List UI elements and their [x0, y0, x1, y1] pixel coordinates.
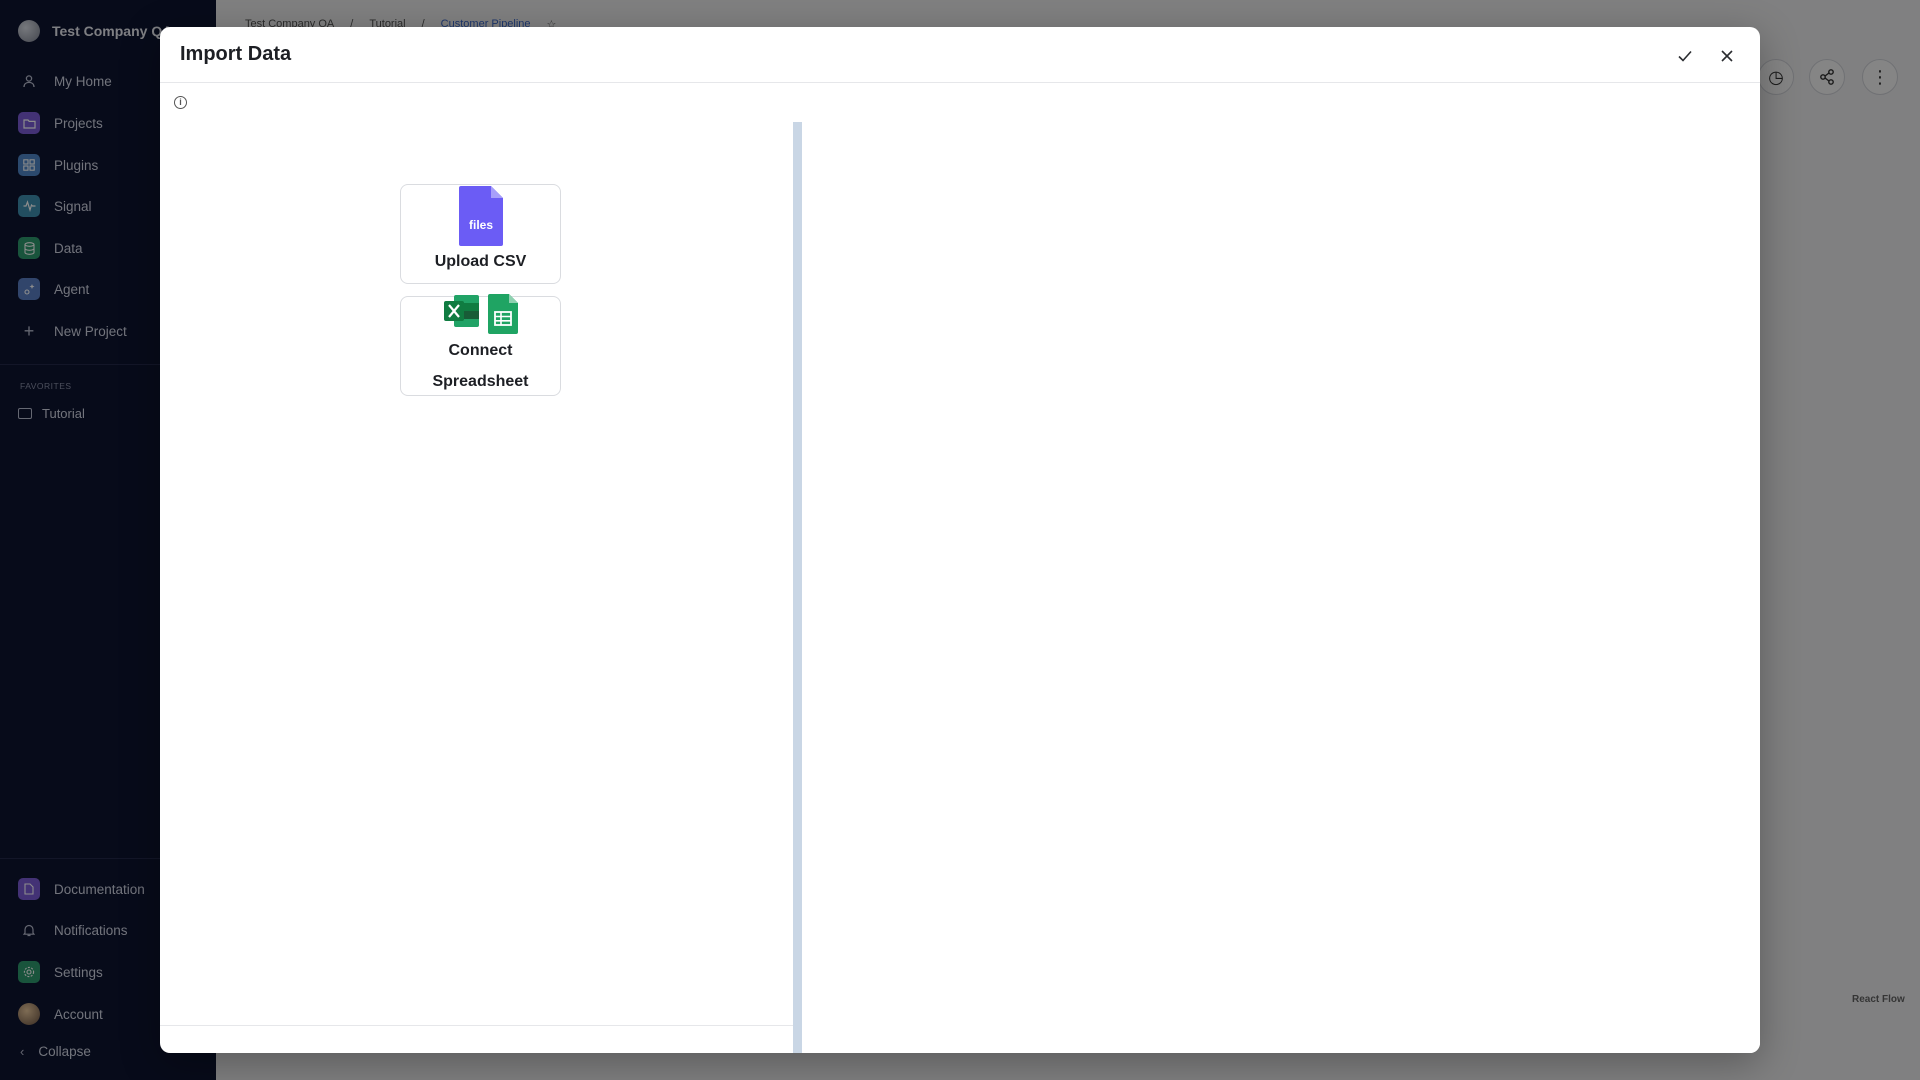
- chevron-left-icon: ‹: [20, 1044, 25, 1059]
- bell-icon: [18, 919, 40, 941]
- favorites-heading: FAVORITES: [20, 381, 72, 391]
- nav-label: Signal: [54, 198, 92, 214]
- preview-pane: [802, 122, 1760, 1053]
- close-icon: [1721, 50, 1733, 62]
- nav-signal[interactable]: Signal: [18, 195, 92, 217]
- folder-icon: [18, 408, 32, 419]
- info-icon[interactable]: i: [174, 96, 187, 109]
- nav-label: New Project: [54, 323, 127, 339]
- nav-account[interactable]: Account: [18, 1003, 103, 1025]
- files-icon-text: files: [468, 218, 492, 232]
- nav-plugins[interactable]: Plugins: [18, 154, 98, 176]
- spreadsheet-icons: [443, 294, 518, 334]
- collapse-button[interactable]: ‹ Collapse: [20, 1044, 91, 1059]
- agent-icon: [18, 278, 40, 300]
- avatar: [18, 1003, 40, 1025]
- check-icon: [1678, 50, 1692, 62]
- nav-label: Documentation: [54, 881, 145, 897]
- nav-label: Projects: [54, 115, 103, 131]
- database-icon: [18, 237, 40, 259]
- nav-label: Notifications: [54, 922, 128, 938]
- nav-projects[interactable]: Projects: [18, 112, 103, 134]
- files-icon: files: [458, 186, 503, 246]
- confirm-button[interactable]: [1675, 46, 1695, 66]
- favorite-tutorial[interactable]: Tutorial: [18, 406, 85, 421]
- import-data-dialog: Import Data i files Upload CSV Connect S…: [160, 27, 1760, 1053]
- nav-notifications[interactable]: Notifications: [18, 919, 128, 941]
- import-options-pane: files Upload CSV Connect Spreadsheet: [160, 122, 793, 1026]
- close-button[interactable]: [1717, 46, 1737, 66]
- org-avatar: [18, 20, 40, 42]
- sidebar-divider: [0, 364, 160, 365]
- nav-label: Account: [54, 1006, 103, 1022]
- document-icon: [18, 878, 40, 900]
- upload-csv-option[interactable]: files Upload CSV: [400, 184, 561, 284]
- option-label: Connect Spreadsheet: [432, 342, 529, 390]
- pane-resize-handle[interactable]: [793, 122, 802, 1053]
- nav-label: My Home: [54, 73, 112, 89]
- nav-agent[interactable]: Agent: [18, 278, 89, 300]
- nav-label: Agent: [54, 281, 90, 297]
- grid-icon: [18, 154, 40, 176]
- nav-label: Settings: [54, 964, 103, 980]
- user-icon: [18, 70, 40, 92]
- excel-icon: [443, 295, 479, 327]
- nav-label: Plugins: [54, 157, 99, 173]
- nav-label: Data: [54, 240, 83, 256]
- nav-data[interactable]: Data: [18, 237, 83, 259]
- nav-new-project[interactable]: + New Project: [18, 320, 127, 342]
- option-label: Upload CSV: [434, 253, 527, 270]
- gear-icon: [18, 961, 40, 983]
- nav-settings[interactable]: Settings: [18, 961, 103, 983]
- favorite-label: Tutorial: [42, 406, 85, 421]
- org-switcher[interactable]: Test Company QA: [18, 20, 172, 42]
- plus-icon: +: [23, 320, 35, 341]
- nav-documentation[interactable]: Documentation: [18, 878, 145, 900]
- sidebar-divider: [0, 858, 160, 859]
- folder-icon: [18, 112, 40, 134]
- google-sheets-icon: [487, 294, 518, 334]
- nav-my-home[interactable]: My Home: [18, 70, 112, 92]
- collapse-label: Collapse: [38, 1044, 91, 1059]
- org-name: Test Company QA: [52, 23, 173, 39]
- dialog-title: Import Data: [180, 43, 292, 65]
- signal-icon: [18, 195, 40, 217]
- connect-spreadsheet-option[interactable]: Connect Spreadsheet: [400, 294, 561, 396]
- dialog-header: Import Data: [160, 27, 1760, 83]
